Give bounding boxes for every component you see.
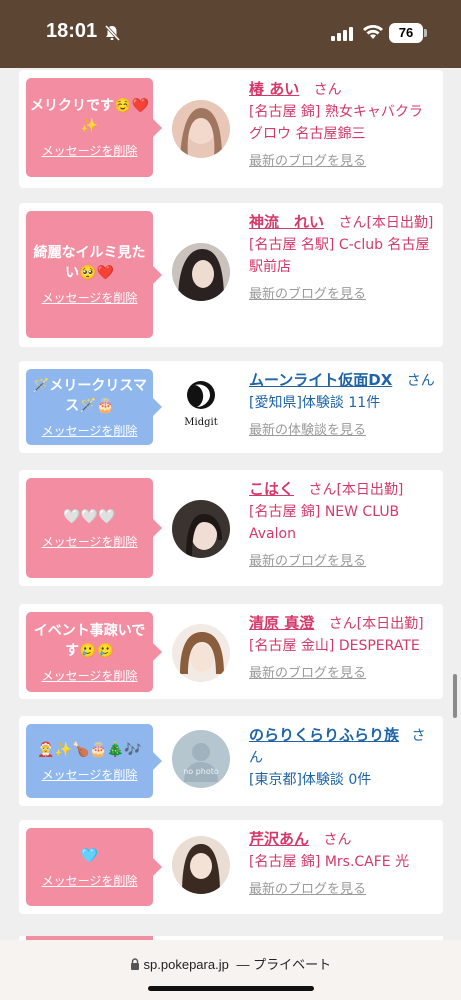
delete-message-link[interactable]: メッセージを削除 — [42, 667, 138, 684]
message-bubble: 🤍🤍🤍 メッセージを削除 — [26, 478, 162, 578]
card-info: 芹沢あん さん [名古屋 錦] Mrs.CAFE 光 最新のブログを見る — [249, 828, 439, 901]
latest-blog-link[interactable]: 最新のブログを見る — [249, 663, 439, 685]
honorific: さん — [406, 373, 435, 389]
message-text: 🤶✨🍗🎂🎄🎶 — [37, 741, 142, 758]
message-card: 🤶✨🍗🎂🎄🎶 メッセージを削除 no photo のらりくらりふらり族 さん [… — [19, 716, 443, 806]
message-bubble: 🤶✨🍗🎂🎄🎶 メッセージを削除 — [26, 724, 162, 798]
bell-muted-icon — [103, 24, 121, 46]
card-info: 神流 れい さん[本日出勤] [名古屋 名駅] C-club 名古屋駅前店 最新… — [249, 211, 439, 306]
honorific: さん[本日出勤] — [308, 482, 404, 498]
message-bubble: イベント事疎いです🥲🥲 メッセージを削除 — [26, 612, 162, 692]
honorific: さん — [313, 82, 342, 98]
url-display[interactable]: sp.pokepara.jp — プライベート — [0, 954, 461, 973]
review-count: [東京都]体験談 0件 — [249, 772, 372, 788]
latest-blog-link[interactable]: 最新のブログを見る — [249, 879, 439, 901]
message-card: 🤍🤍🤍 メッセージを削除 こはく さん[本日出勤] [名古屋 錦] NEW CL… — [19, 470, 443, 586]
honorific: さん[本日出勤] — [328, 616, 424, 632]
card-info: ムーンライト仮面DX さん [愛知県]体験談 11件 最新の体験談を見る — [249, 369, 439, 442]
profile-name-link[interactable]: 神流 れい — [249, 213, 324, 231]
review-count: [愛知県]体験談 11件 — [249, 395, 381, 411]
profile-name-link[interactable]: 芹沢あん — [249, 830, 309, 848]
card-info: のらりくらりふらり族 さん [東京都]体験談 0件 — [249, 724, 439, 791]
message-card: 🩵 メッセージを削除 芹沢あん さん [名古屋 錦] Mrs.CAFE 光 最新… — [19, 820, 443, 914]
message-card: 🪄メリークリスマス🪄🎂 メッセージを削除 Midgit ムーンライト仮面DX さ… — [19, 361, 443, 453]
profile-name-link[interactable]: のらりくらりふらり族 — [249, 726, 399, 744]
card-info: こはく さん[本日出勤] [名古屋 錦] NEW CLUB Avalon 最新の… — [249, 478, 439, 573]
profile-name-link[interactable]: 椿 あい — [249, 80, 299, 98]
shop-name: [名古屋 名駅] C-club 名古屋駅前店 — [249, 237, 430, 275]
lock-icon — [130, 957, 144, 972]
cellular-signal-icon — [331, 26, 355, 45]
message-text: 🤍🤍🤍 — [63, 508, 116, 525]
card-info: 椿 あい さん [名古屋 錦] 熟女キャバクラ グロウ 名古屋錦三 最新のブログ… — [249, 78, 439, 173]
status-bar: 18:01 76 — [0, 0, 461, 68]
battery-tip — [424, 29, 427, 37]
browser-url-bar[interactable]: sp.pokepara.jp — プライベート — [0, 940, 461, 1000]
delete-message-link[interactable]: メッセージを削除 — [42, 142, 138, 159]
avatar-no-photo[interactable]: no photo — [172, 730, 230, 788]
avatar[interactable] — [172, 100, 230, 158]
delete-message-link[interactable]: メッセージを削除 — [42, 872, 138, 889]
scrollbar-thumb[interactable] — [453, 674, 457, 718]
profile-name-link[interactable]: こはく — [249, 480, 294, 498]
no-photo-label: no photo — [183, 767, 219, 776]
latest-blog-link[interactable]: 最新のブログを見る — [249, 551, 439, 573]
message-feed[interactable]: メリクリです☺️❤️✨ メッセージを削除 椿 あい さん [名古屋 錦] 熟女キ… — [0, 68, 461, 940]
honorific: さん[本日出勤] — [338, 215, 434, 231]
message-bubble: メリクリです☺️❤️✨ メッセージを削除 — [26, 78, 162, 177]
avatar[interactable] — [172, 624, 230, 682]
message-text: 綺麗なイルミ見たい🥺❤️ — [33, 245, 146, 281]
honorific: さん — [323, 832, 352, 848]
home-indicator[interactable] — [148, 986, 314, 991]
card-info: 清原 真澄 さん[本日出勤] [名古屋 金山] DESPERATE 最新のブログ… — [249, 612, 439, 685]
shop-name: [名古屋 錦] NEW CLUB Avalon — [249, 504, 400, 542]
avatar[interactable] — [172, 836, 230, 894]
message-bubble: 🩵 メッセージを削除 — [26, 828, 162, 906]
avatar[interactable] — [172, 500, 230, 558]
message-bubble: 🪄メリークリスマス🪄🎂 メッセージを削除 — [26, 369, 162, 445]
private-mode-label: — プライベート — [236, 957, 332, 972]
latest-blog-link[interactable]: 最新のブログを見る — [249, 284, 439, 306]
battery-level: 76 — [389, 23, 423, 43]
shop-name: [名古屋 錦] 熟女キャバクラ グロウ 名古屋錦三 — [249, 104, 423, 142]
message-card: イベント事疎いです🥲🥲 メッセージを削除 清原 真澄 さん[本日出勤] [名古屋… — [19, 604, 443, 699]
shop-logo[interactable]: Midgit — [172, 373, 230, 431]
shop-name: [名古屋 金山] DESPERATE — [249, 638, 420, 654]
shop-logo-text: Midgit — [184, 417, 217, 428]
message-text: 🪄メリークリスマス🪄🎂 — [31, 377, 147, 414]
url-domain: sp.pokepara.jp — [143, 957, 229, 972]
message-text: イベント事疎いです🥲🥲 — [33, 622, 146, 659]
message-card: 綺麗なイルミ見たい🥺❤️ メッセージを削除 神流 れい さん[本日出勤] [名古… — [19, 203, 443, 347]
delete-message-link[interactable]: メッセージを削除 — [42, 533, 138, 550]
message-bubble: 綺麗なイルミ見たい🥺❤️ メッセージを削除 — [26, 211, 162, 338]
profile-name-link[interactable]: 清原 真澄 — [249, 614, 314, 632]
status-time: 18:01 — [46, 20, 98, 42]
delete-message-link[interactable]: メッセージを削除 — [42, 289, 138, 306]
delete-message-link[interactable]: メッセージを削除 — [42, 766, 138, 783]
message-card: メリクリです☺️❤️✨ メッセージを削除 椿 あい さん [名古屋 錦] 熟女キ… — [19, 70, 443, 188]
delete-message-link[interactable]: メッセージを削除 — [42, 422, 138, 439]
message-text: 🩵 — [80, 847, 99, 864]
message-text: メリクリです☺️❤️✨ — [30, 98, 149, 134]
latest-review-link[interactable]: 最新の体験談を見る — [249, 420, 439, 442]
latest-blog-link[interactable]: 最新のブログを見る — [249, 151, 439, 173]
shop-name: [名古屋 錦] Mrs.CAFE 光 — [249, 854, 410, 870]
wifi-icon — [362, 24, 384, 44]
avatar[interactable] — [172, 243, 230, 301]
profile-name-link[interactable]: ムーンライト仮面DX — [249, 371, 392, 389]
